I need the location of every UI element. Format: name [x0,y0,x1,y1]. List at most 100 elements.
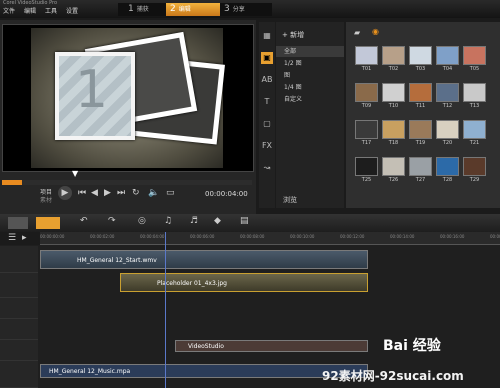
template-thumbnail[interactable] [463,83,486,102]
record-icon[interactable]: ◎ [138,216,146,226]
track-manager-icon[interactable]: ☰ [8,233,16,243]
template-thumbnail[interactable] [355,46,378,65]
template-label: T04 [442,66,453,72]
template-thumbnail[interactable] [382,120,405,139]
template-thumbnail[interactable] [409,46,432,65]
undo-icon[interactable]: ↶ [80,216,88,226]
browse-button[interactable]: 浏览 [283,195,297,205]
folder-custom[interactable]: 自定义 [276,94,344,105]
template-thumbnail[interactable] [463,46,486,65]
graphic-icon[interactable]: ▢ [261,118,273,130]
template-thumbnail[interactable] [382,83,405,102]
timecode[interactable]: 00:00:04:00 [205,190,248,198]
template-thumbnail[interactable] [463,157,486,176]
step-edit-num: 2 [170,4,176,14]
template-thumbnail[interactable] [409,83,432,102]
preview-window: 1 [2,24,254,172]
template-thumbnail[interactable] [355,157,378,176]
template-label: T02 [388,66,399,72]
step-capture[interactable]: 1 捕获 [128,3,168,16]
motion-icon[interactable]: ◆ [214,216,221,226]
scrub-handle-icon[interactable]: ▼ [72,169,78,178]
template-label: T28 [442,177,453,183]
filter-icon[interactable]: FX [261,140,273,152]
instant-project-icon[interactable]: ▣ [261,52,273,64]
redo-icon[interactable]: ↷ [108,216,116,226]
template-thumbnail[interactable] [436,46,459,65]
title-clip-label: VideoStudio [188,343,224,350]
mode-clip[interactable]: 素材 [40,195,52,204]
scrub-progress [2,180,22,185]
end-icon[interactable]: ⏭ [117,188,125,198]
template-thumbnail[interactable] [382,46,405,65]
template-label: T17 [361,140,372,146]
hd-icon[interactable]: ▭ [166,188,175,198]
folder-half[interactable]: 1/2 图 [276,58,344,69]
title-icon[interactable]: T [261,96,273,108]
folder-image[interactable]: 图 [276,70,344,81]
timeline-view-button[interactable] [36,217,60,229]
folder-icon[interactable]: ▰ [354,28,360,37]
settings-icon[interactable]: ◉ [372,27,379,36]
music-track-header[interactable] [0,361,38,388]
step-capture-num: 1 [128,4,134,14]
template-label: T05 [469,66,480,72]
path-icon[interactable]: ↝ [261,162,273,174]
folder-all[interactable]: 全部 [276,46,344,57]
template-thumbnail[interactable] [436,120,459,139]
volume-icon[interactable]: 🔈 [148,188,159,198]
overlay2-track-header[interactable] [0,298,38,319]
step-edit[interactable]: 2 编辑 [166,3,220,16]
template-thumbnail[interactable] [436,157,459,176]
step-share[interactable]: 3 分享 [224,3,268,16]
prev-frame-icon[interactable]: ◀ [91,188,98,198]
step-share-num: 3 [224,4,230,14]
overlay-clip[interactable]: Placeholder 01_4x3.jpg [120,273,368,292]
scrub-bar[interactable] [2,180,252,185]
mixer-icon[interactable]: ♫ [164,216,172,226]
music-clip[interactable]: HM_General 12_Music.mpa [40,364,368,378]
storyboard-view-button[interactable] [8,217,28,229]
library-tabs: ▦ ▣ AB T ▢ FX ↝ [259,22,275,208]
preview-image: 1 [31,28,225,168]
template-thumbnail[interactable] [409,157,432,176]
template-label: T19 [415,140,426,146]
media-icon[interactable]: ▦ [261,30,273,42]
timeline-toolbar: ↶ ↷ ◎ ♫ ♬ ◆ ▤ [0,214,500,232]
home-icon[interactable]: ⏮ [78,188,86,198]
title-clip[interactable]: VideoStudio [175,340,368,352]
ruler-tick: 00:00:16:00 [440,234,465,239]
overlay3-track-header[interactable] [0,319,38,340]
template-thumbnail[interactable] [409,120,432,139]
folder-quarter[interactable]: 1/4 图 [276,82,344,93]
menu-tools[interactable]: 工具 [45,6,57,15]
template-label: T26 [388,177,399,183]
video-track-header[interactable] [0,246,38,273]
playhead[interactable] [165,232,166,388]
template-thumbnail[interactable] [463,120,486,139]
menu-settings[interactable]: 设置 [66,6,78,15]
template-thumbnail[interactable] [355,120,378,139]
menu-file[interactable]: 文件 [3,6,15,15]
subtitle-icon[interactable]: ▤ [240,216,249,226]
template-thumbnail[interactable] [382,157,405,176]
repeat-icon[interactable]: ↻ [132,188,140,198]
video-clip-label: HM_General 12_Start.wmv [77,257,157,264]
overlay-track-header[interactable] [0,273,38,298]
auto-music-icon[interactable]: ♬ [190,216,198,226]
music-clip-label: HM_General 12_Music.mpa [49,368,131,375]
timeline-ruler[interactable]: 00:00:00:00 00:00:02:00 00:00:04:00 00:00:0… [40,232,500,245]
template-thumbnail[interactable] [355,83,378,102]
play-button[interactable]: ▶ [58,186,72,200]
transition-icon[interactable]: AB [261,74,273,86]
add-folder-button[interactable]: + 新增 [282,30,304,40]
title-track-header[interactable] [0,340,38,361]
menu-edit[interactable]: 编辑 [24,6,36,15]
ruler-tick: 00:00:10:00 [290,234,315,239]
chapter-icon[interactable]: ▸ [22,233,27,243]
template-thumbnail[interactable] [436,83,459,102]
video-clip[interactable]: HM_General 12_Start.wmv [40,250,368,269]
template-label: T12 [442,103,453,109]
next-frame-icon[interactable]: ▶ [104,188,111,198]
ruler-tick: 00:00:00:00 [40,234,65,239]
